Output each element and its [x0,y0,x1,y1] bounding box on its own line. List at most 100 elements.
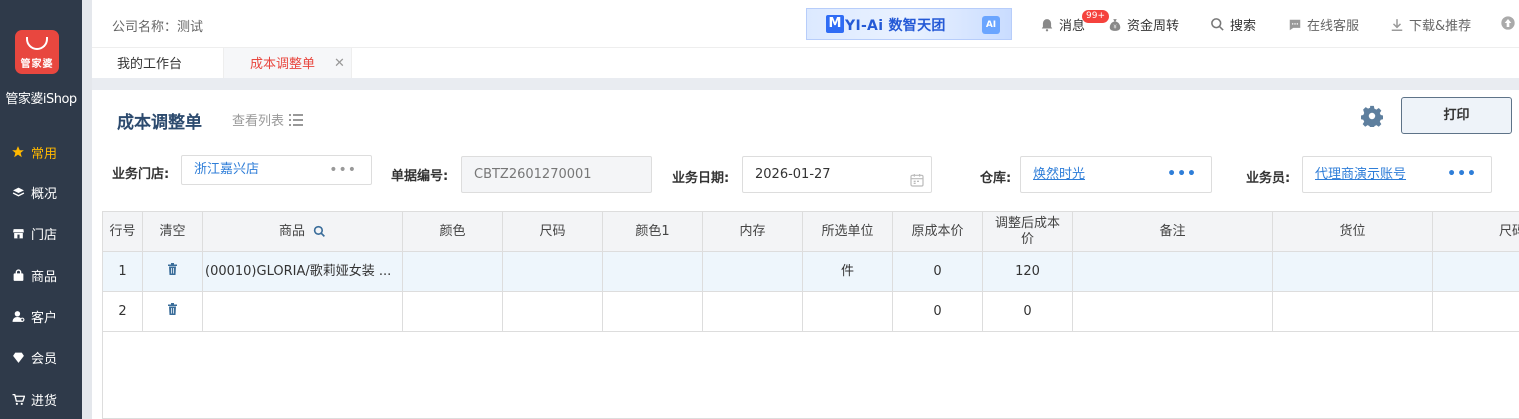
ai-banner[interactable]: M YI-Ai 数智天团 AI [806,8,1012,40]
trash-icon[interactable] [167,303,178,320]
color1-cell[interactable] [603,252,703,292]
clear-row-button[interactable] [143,252,203,292]
memory-cell[interactable] [703,252,803,292]
column-header: 颜色 [403,212,503,252]
column-header: 清空 [143,212,203,252]
more-icon[interactable]: ••• [1447,157,1477,192]
product-cell[interactable] [203,292,403,332]
customer-icon [10,310,26,323]
messages-badge: 99+ [1082,10,1109,23]
star-icon [10,145,26,159]
color1-cell[interactable] [603,292,703,332]
more-icon[interactable]: ••• [329,156,357,184]
sidebar-item-label: 进货 [31,393,58,409]
size-cell[interactable] [503,252,603,292]
row-number: 1 [103,252,143,292]
view-list-label: 查看列表 [232,114,285,129]
date-value: 2026-01-27 [755,167,831,182]
gear-icon[interactable] [1360,105,1384,131]
product-cell[interactable]: (00010)GLORIA/歌莉娅女装 ... [203,252,403,292]
sidebar-item-goods[interactable]: 商品 [0,256,82,294]
tab-workbench[interactable]: 我的工作台 [117,48,182,78]
sidebar-item-customers[interactable]: 客户 [0,297,82,335]
remark-cell[interactable] [1073,292,1273,332]
clear-row-button[interactable] [143,292,203,332]
view-list-link[interactable]: 查看列表 [232,110,304,129]
memory-cell[interactable] [703,292,803,332]
column-header: 尺码 [1433,212,1519,252]
size-cell[interactable] [503,292,603,332]
color-cell[interactable] [403,292,503,332]
sidebar-item-overview[interactable]: 概况 [0,173,82,211]
layers-icon [10,186,26,199]
location-cell[interactable] [1273,252,1433,292]
cart-icon [10,393,26,406]
date-field[interactable]: 2026-01-27 [742,156,932,193]
remark-cell[interactable] [1073,252,1273,292]
column-header: 所选单位 [803,212,893,252]
print-button[interactable]: 打印 [1401,97,1512,134]
column-header-label: 商品 [278,223,305,239]
app-logo[interactable]: 管家婆 [15,30,59,74]
staff-field[interactable]: 代理商演示账号 ••• [1302,156,1492,193]
unit-cell[interactable]: 件 [803,252,893,292]
warehouse-field[interactable]: 焕然时光 ••• [1020,156,1212,193]
bell-icon [1040,18,1054,32]
column-header-product: 商品 [203,212,403,252]
table-row[interactable]: 2 0 0 [103,292,1519,332]
money-bag-icon: ¥ [1108,18,1122,32]
more-icon[interactable]: ••• [1167,157,1197,192]
up-arrow-icon [1500,15,1516,31]
store-value: 浙江嘉兴店 [194,162,260,177]
sidebar-item-label: 门店 [31,227,58,243]
tab-cost-adjustment[interactable]: 成本调整单 ✕ [223,48,352,78]
trash-icon[interactable] [167,263,178,280]
color-cell[interactable] [403,252,503,292]
sidebar-item-members[interactable]: 会员 [0,338,82,376]
company-name: 公司名称：测试 [112,20,204,35]
search-label: 搜索 [1230,19,1257,34]
sidebar-item-label: 会员 [31,351,58,367]
bill-no-field: CBTZ2601270001 [461,156,652,193]
size2-cell[interactable] [1433,292,1519,332]
online-service-button[interactable]: 在线客服 [1288,15,1359,34]
column-header: 备注 [1073,212,1273,252]
sidebar-item-purchase[interactable]: 进货 [0,380,82,418]
store-icon [10,227,26,240]
banner-mark: M [826,15,844,33]
sidebar-item-label: 商品 [31,269,58,285]
date-label: 业务日期: [672,171,730,186]
adj-cost-cell[interactable]: 0 [983,292,1073,332]
calendar-icon[interactable] [909,167,925,202]
location-cell[interactable] [1273,292,1433,332]
column-header: 尺码 [503,212,603,252]
items-table: 行号 清空 商品 颜色 尺码 颜色1 内存 所选单位 原成本价 调整后成本价 备… [102,211,1519,419]
table-row[interactable]: 1 (00010)GLORIA/歌莉娅女装 ... 件 0 120 [103,252,1519,292]
sidebar: 管家婆 管家婆iShop 常用 概况 门店 商品 客户 会员 进货 [0,0,82,419]
upload-button[interactable] [1500,15,1519,31]
table-header-row: 行号 清空 商品 颜色 尺码 颜色1 内存 所选单位 原成本价 调整后成本价 备… [103,212,1519,252]
column-header: 调整后成本价 [983,212,1073,252]
search-icon[interactable] [313,225,326,238]
sidebar-item-stores[interactable]: 门店 [0,214,82,252]
tab-bar: 我的工作台 成本调整单 ✕ [92,48,1519,78]
funds-button[interactable]: ¥ 资金周转 [1108,15,1179,34]
size2-cell[interactable] [1433,252,1519,292]
column-header: 货位 [1273,212,1433,252]
orig-cost-cell: 0 [893,252,983,292]
messages-button[interactable]: 消息 [1040,15,1085,34]
adj-cost-cell[interactable]: 120 [983,252,1073,292]
download-button[interactable]: 下载&推荐 [1390,15,1471,34]
sidebar-item-label: 概况 [31,186,58,202]
unit-cell[interactable] [803,292,893,332]
close-icon[interactable]: ✕ [334,47,345,80]
sidebar-item-label: 客户 [31,310,58,326]
search-button[interactable]: 搜索 [1210,15,1256,34]
messages-label: 消息 [1059,19,1086,34]
main-content: 成本调整单 查看列表 打印 业务门店: 浙江嘉兴店 ••• 单据编号: CBTZ… [92,90,1519,419]
store-field[interactable]: 浙江嘉兴店 ••• [181,155,372,185]
warehouse-value[interactable]: 焕然时光 [1033,167,1085,182]
staff-value[interactable]: 代理商演示账号 [1315,167,1406,182]
sidebar-item-common[interactable]: 常用 [0,133,82,171]
sidebar-divider [82,0,92,419]
